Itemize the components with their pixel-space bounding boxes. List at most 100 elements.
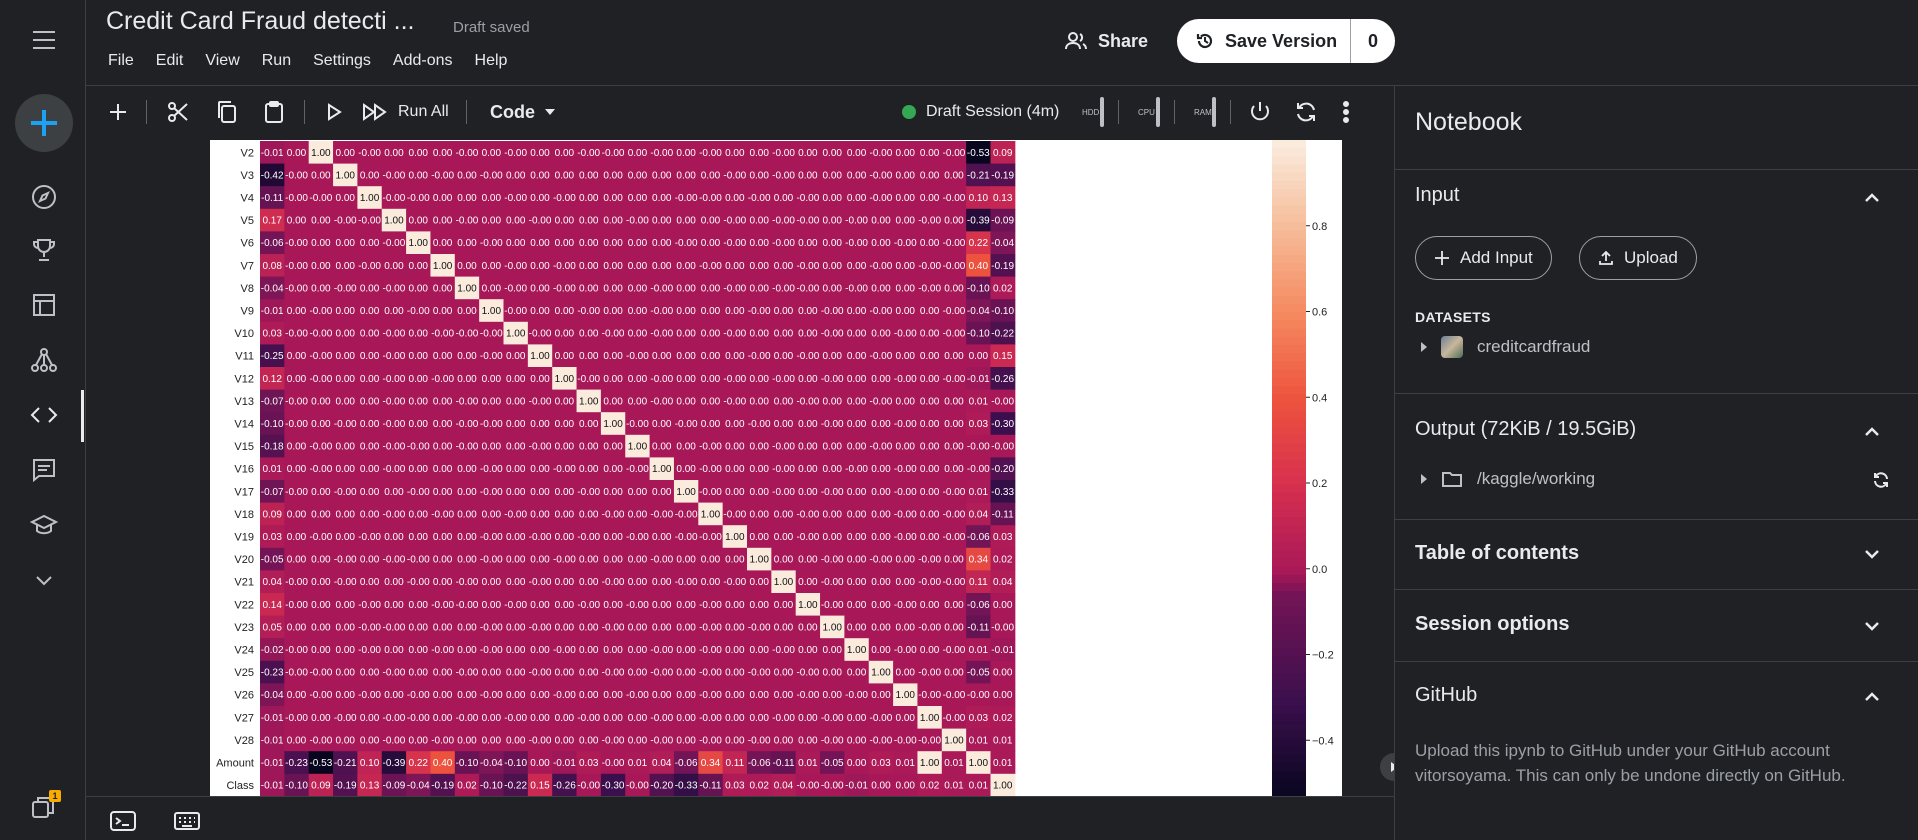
cell-value: -0.00 [431,170,454,181]
code-icon[interactable] [27,398,61,432]
cell-value: -0.00 [699,148,722,159]
notifications-icon[interactable]: 1 [27,790,61,824]
colorbar-segment [1272,599,1306,609]
learn-icon[interactable] [27,508,61,542]
more-options-icon[interactable] [1334,96,1358,128]
cell-value: 0.00 [555,238,575,249]
chevron-down-icon[interactable] [1862,544,1882,564]
cell-value: 0.00 [287,532,307,543]
cell-value: 0.00 [628,713,648,724]
cell-value: -0.00 [626,216,649,227]
discussion-icon[interactable] [27,453,61,487]
output-section-title[interactable]: Output (72KiB / 19.5GiB) [1415,418,1636,441]
chevron-up-icon[interactable] [1862,188,1882,208]
cut-icon[interactable] [162,96,194,128]
cell-value: 1.00 [969,758,989,769]
save-version-button[interactable]: Save Version 0 [1177,19,1395,63]
cell-value: 0.00 [555,329,575,340]
session-label: Draft Session (4m) [926,103,1060,120]
table-icon[interactable] [27,288,61,322]
cell-value: 0.00 [920,148,940,159]
hamburger-menu-icon[interactable] [27,23,61,57]
output-folder-item[interactable]: /kaggle/working [1421,469,1595,489]
colorbar-segment [1272,550,1306,560]
menu-file[interactable]: File [108,52,134,70]
cell-value: 0.00 [335,261,355,272]
chevron-up-icon[interactable] [1862,687,1882,707]
cell-value: 0.00 [360,442,380,453]
toolbar-divider [146,100,147,124]
cell-value: 0.00 [652,351,672,362]
refresh-icon[interactable] [1872,471,1892,491]
github-section-title[interactable]: GitHub [1415,684,1477,707]
ram-meter[interactable]: RAM [1194,96,1216,128]
trophy-icon[interactable] [27,233,61,267]
compass-icon[interactable] [27,180,61,214]
toc-section-title[interactable]: Table of contents [1415,542,1579,565]
cell-value: -0.06 [261,238,284,249]
expand-icon[interactable] [1421,474,1427,484]
create-button[interactable] [15,94,73,152]
console-icon[interactable] [108,805,138,837]
cell-value: 0.00 [871,622,891,633]
upload-button[interactable]: Upload [1579,236,1697,280]
menu-settings[interactable]: Settings [313,52,371,70]
paste-icon[interactable] [258,96,290,128]
cell-value: -0.04 [261,283,284,294]
chevron-down-icon[interactable] [27,563,61,597]
cell-value: 0.02 [993,283,1013,294]
run-all-button[interactable]: Run All [362,96,449,128]
session-status[interactable]: Draft Session (4m) [902,96,1059,128]
cell-value: 0.00 [287,216,307,227]
cell-value: 0.00 [311,238,331,249]
colorbar-segment [1272,287,1306,297]
cell-value: -0.00 [699,532,722,543]
menu-add-ons[interactable]: Add-ons [393,52,453,70]
power-icon[interactable] [1244,96,1276,128]
cell-value: 0.00 [433,238,453,249]
chevron-down-icon[interactable] [1862,616,1882,636]
cell-value: -0.00 [456,419,479,430]
cell-value: 1.00 [798,600,818,611]
cell-value: -0.00 [821,713,844,724]
copy-icon[interactable] [210,96,242,128]
menu-view[interactable]: View [205,52,239,70]
cell-value: -0.00 [553,261,576,272]
cell-value: 0.00 [555,668,575,679]
cell-value: -0.00 [309,306,332,317]
hdd-meter[interactable]: HDD [1082,96,1104,128]
colorbar-segment [1272,189,1306,199]
cell-value: 0.00 [530,148,550,159]
restart-icon[interactable] [1290,96,1322,128]
cell-value: -0.00 [456,442,479,453]
cell-value: 1.00 [530,351,550,362]
menu-edit[interactable]: Edit [156,52,184,70]
models-icon[interactable] [27,343,61,377]
cell-value: 0.00 [701,351,721,362]
cell-value: 0.00 [384,690,404,701]
menu-help[interactable]: Help [475,52,508,70]
add-cell-icon[interactable] [102,96,134,128]
cell-value: -0.18 [261,442,284,453]
menu-run[interactable]: Run [262,52,291,70]
dataset-item[interactable]: creditcardfraud [1421,336,1590,358]
cell-value: 0.00 [774,261,794,272]
notebook-title[interactable]: Credit Card Fraud detecti ... [106,7,414,36]
cpu-meter[interactable]: CPU [1138,96,1160,128]
add-input-button[interactable]: Add Input [1415,236,1552,280]
input-section-title[interactable]: Input [1415,184,1459,207]
version-count[interactable]: 0 [1351,31,1395,52]
cell-type-select[interactable]: Code [490,96,555,128]
run-cell-icon[interactable] [318,96,350,128]
chevron-up-icon[interactable] [1862,422,1882,442]
cell-value: 0.00 [482,283,502,294]
cell-value: 0.00 [457,193,477,204]
expand-icon[interactable] [1421,342,1427,352]
cell-value: -0.00 [480,532,503,543]
share-button[interactable]: Share [1046,20,1166,62]
session-options-title[interactable]: Session options [1415,613,1569,636]
keyboard-icon[interactable] [172,805,202,837]
cell-value: 0.00 [725,261,745,272]
toolbar-divider [304,100,305,124]
cell-value: -0.09 [383,781,406,792]
